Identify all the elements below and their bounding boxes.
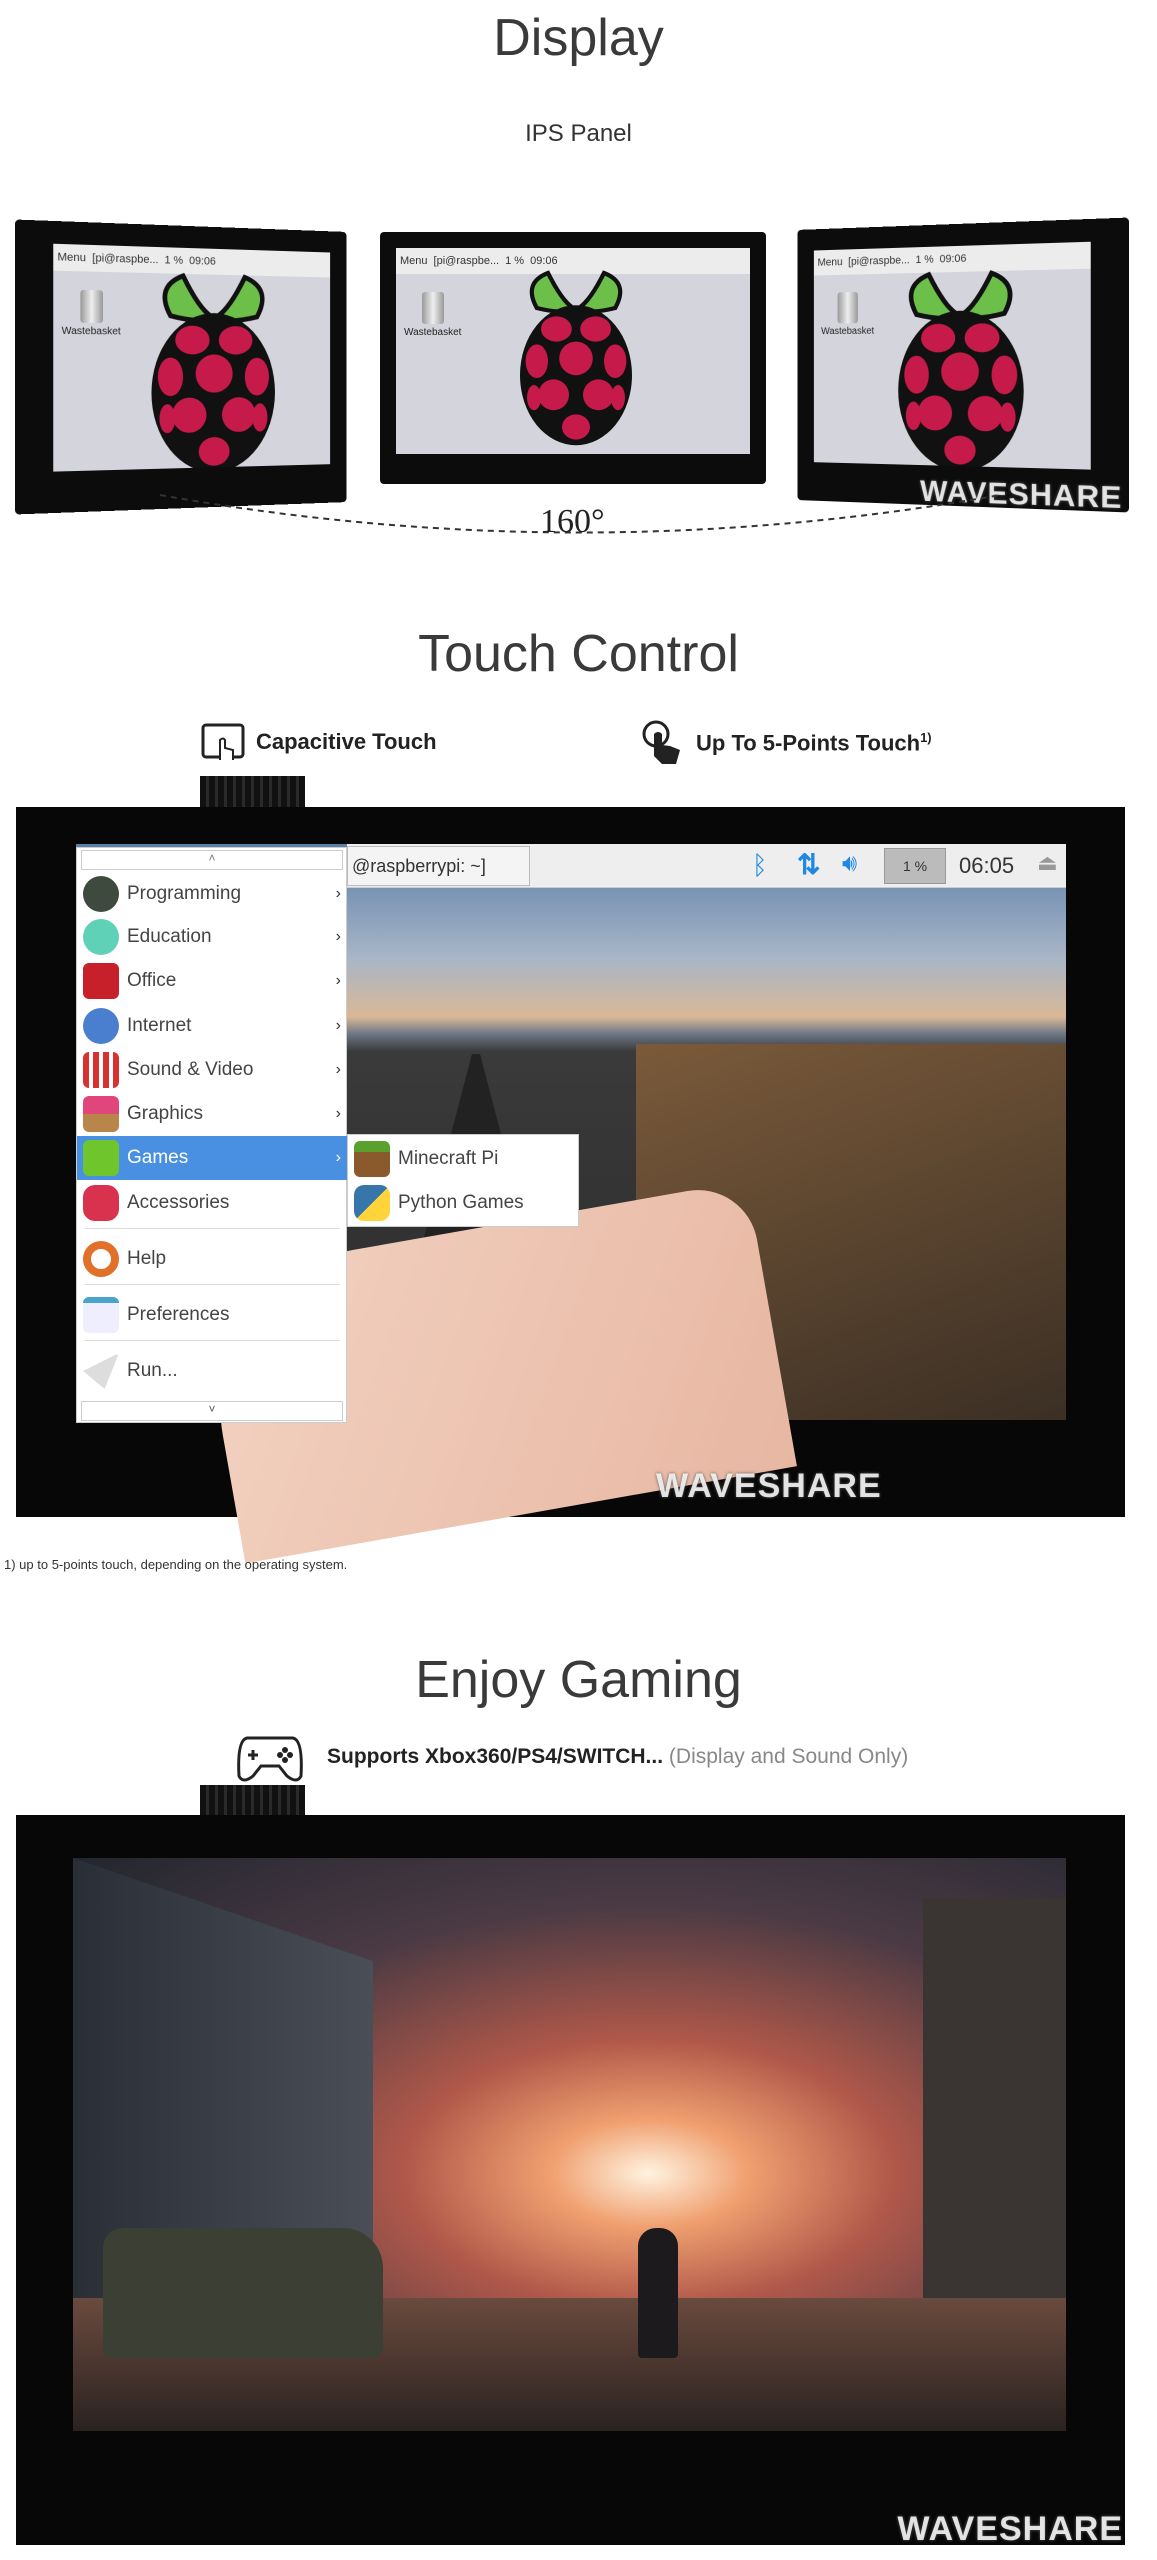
office-icon bbox=[83, 963, 119, 999]
hdmi-connector bbox=[200, 776, 305, 807]
menu-item-office[interactable]: Office › bbox=[77, 959, 347, 1003]
menu-label: Menu bbox=[400, 255, 428, 267]
clock: 06:05 bbox=[959, 853, 1015, 878]
hdmi-connector bbox=[200, 1785, 305, 1815]
python-icon bbox=[354, 1185, 390, 1221]
menu-item-run[interactable]: Run... bbox=[77, 1349, 347, 1393]
menu-item-programming[interactable]: Programming › bbox=[77, 872, 347, 916]
watermark: WAVESHARE bbox=[897, 2510, 1123, 2548]
menu-item-preferences[interactable]: Preferences bbox=[77, 1293, 347, 1337]
monitor-screen: Menu [pi@raspbe... 1 % 09:06 Wastebasket bbox=[813, 241, 1091, 470]
help-icon bbox=[83, 1241, 119, 1277]
footnote: 1) up to 5-points touch, depending on th… bbox=[4, 1557, 348, 1572]
menu-item-help[interactable]: Help bbox=[77, 1237, 347, 1281]
education-icon bbox=[83, 919, 119, 955]
preferences-icon bbox=[83, 1297, 119, 1333]
graphics-icon bbox=[83, 1096, 119, 1132]
wastebasket-icon: Wastebasket bbox=[62, 289, 121, 337]
monitor-right: Menu [pi@raspbe... 1 % 09:06 Wastebasket WA… bbox=[797, 217, 1129, 515]
scroll-down-button[interactable]: ˅ bbox=[81, 1401, 343, 1421]
wastebasket-icon: Wastebasket bbox=[821, 291, 874, 337]
eject-icon[interactable]: ⏏ bbox=[1037, 850, 1058, 876]
watermark: WAVESHARE bbox=[656, 1467, 882, 1505]
volume-icon[interactable]: 🔊︎ bbox=[842, 850, 857, 878]
cpu-monitor: 1 % bbox=[884, 848, 946, 884]
network-icon[interactable]: ⇅ bbox=[797, 848, 820, 881]
sound-video-icon bbox=[83, 1052, 119, 1088]
menu-item-games[interactable]: Games › bbox=[77, 1136, 347, 1180]
submenu-item-minecraft[interactable]: Minecraft Pi bbox=[348, 1137, 578, 1181]
menu-label: Menu bbox=[817, 256, 843, 269]
gaming-display-frame: WAVESHARE bbox=[16, 1815, 1125, 2548]
internet-icon bbox=[83, 1008, 119, 1044]
feature-capacitive: Capacitive Touch bbox=[200, 722, 437, 762]
run-icon bbox=[83, 1353, 119, 1389]
games-submenu: Minecraft Pi Python Games bbox=[347, 1134, 579, 1227]
raspberry-pi-logo bbox=[135, 261, 289, 472]
monitor-screen: Menu [pi@raspbe... 1 % 09:06 Wastebasket bbox=[396, 248, 750, 454]
bluetooth-icon[interactable]: ᛒ bbox=[752, 850, 768, 881]
raspberry-pi-logo bbox=[883, 258, 1040, 470]
display-title: Display bbox=[493, 9, 664, 67]
terminal-label: [pi@raspbe... bbox=[433, 255, 500, 267]
feature-multi-touch: Up To 5-Points Touch1) bbox=[640, 720, 932, 766]
menu-item-education[interactable]: Education › bbox=[77, 915, 347, 959]
wastebasket-icon: Wastebasket bbox=[404, 292, 461, 338]
main-menu: ˄ Programming › Education › Office › Intern… bbox=[76, 847, 347, 1423]
taskbar-terminal-button[interactable]: @raspberrypi: ~] bbox=[347, 846, 530, 886]
tank bbox=[103, 2228, 383, 2358]
multi-touch-hand-icon bbox=[642, 720, 680, 764]
ips-panel-subtitle: IPS Panel bbox=[525, 120, 632, 147]
gaming-support-line: Supports Xbox360/PS4/SWITCH... (Display … bbox=[235, 1730, 908, 1784]
minecraft-icon bbox=[354, 1141, 390, 1177]
game-scene-image bbox=[73, 1858, 1066, 2431]
submenu-item-python-games[interactable]: Python Games bbox=[348, 1181, 578, 1225]
menu-item-internet[interactable]: Internet › bbox=[77, 1004, 347, 1048]
programming-icon bbox=[83, 876, 119, 912]
games-icon bbox=[83, 1140, 119, 1176]
gaming-title: Enjoy Gaming bbox=[415, 1651, 742, 1709]
raspberry-pi-logo bbox=[506, 262, 646, 452]
monitor-left: Menu [pi@raspbe... 1 % 09:06 Wastebasket bbox=[15, 219, 347, 515]
menu-item-graphics[interactable]: Graphics › bbox=[77, 1092, 347, 1136]
taskbar: @raspberrypi: ~] ᛒ ⇅ 🔊︎ 1 % 06:05 ⏏ bbox=[347, 844, 1066, 888]
menu-item-accessories[interactable]: Accessories bbox=[77, 1181, 347, 1225]
monitor-screen: Menu [pi@raspbe... 1 % 09:06 Wastebasket bbox=[53, 243, 331, 472]
accessories-icon bbox=[83, 1185, 119, 1221]
menu-item-sound-video[interactable]: Sound & Video › bbox=[77, 1048, 347, 1092]
monitor-center: Menu [pi@raspbe... 1 % 09:06 Wastebasket bbox=[380, 232, 766, 484]
touch-title: Touch Control bbox=[418, 625, 739, 683]
soldier bbox=[638, 2228, 678, 2358]
tablet-touch-icon bbox=[201, 723, 245, 760]
gamepad-icon bbox=[237, 1736, 303, 1782]
viewing-angle-label: 160° bbox=[540, 503, 605, 540]
scroll-up-button[interactable]: ˄ bbox=[81, 850, 343, 870]
menu-label: Menu bbox=[57, 251, 87, 265]
